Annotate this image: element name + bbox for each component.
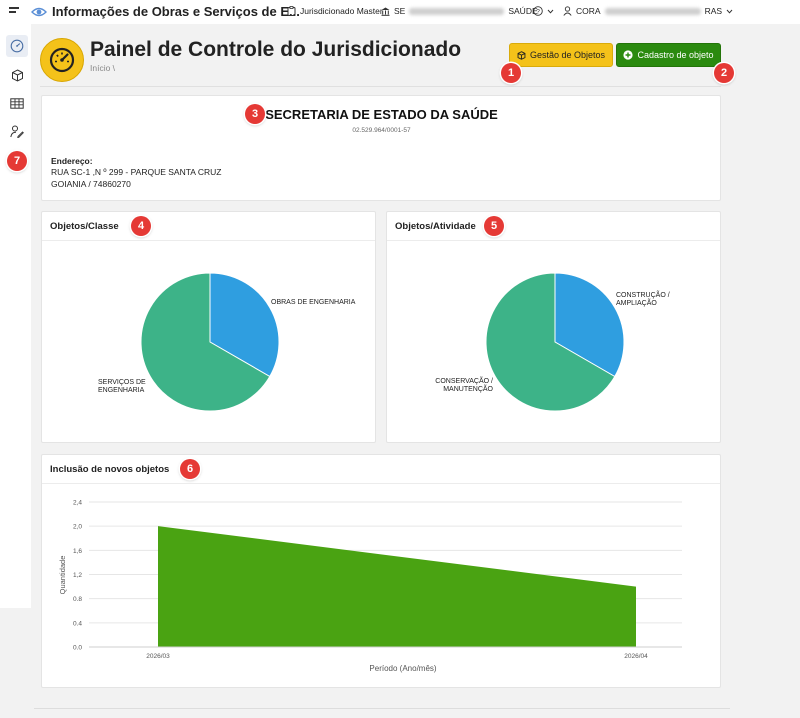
org-name: SECRETARIA DE ESTADO DA SAÚDE <box>265 107 498 122</box>
top-bar: Informações de Obras e Serviços de E... … <box>0 0 800 24</box>
pie-label: SERVIÇOS DE ENGENHARIA <box>98 379 146 394</box>
breadcrumb[interactable]: Início \ <box>90 63 115 73</box>
annotation-marker: 6 <box>180 459 200 479</box>
page-title: Painel de Controle do Jurisdicionado <box>90 38 462 61</box>
cadastro-objeto-button[interactable]: Cadastro de objeto <box>616 43 721 67</box>
menu-toggle-icon[interactable] <box>9 7 21 17</box>
y-axis-label: Quantidade <box>58 556 67 595</box>
y-tick-label: 0.8 <box>73 596 82 603</box>
sidebar-item-user-edit[interactable] <box>6 120 28 142</box>
user-suffix: RAS <box>704 6 723 16</box>
help-menu[interactable]: ? <box>533 6 554 16</box>
redacted-org <box>409 7 505 15</box>
user-edit-icon <box>10 125 24 138</box>
address-line-2: GOIANIA / 74860270 <box>51 179 131 189</box>
pie-label: CONSTRUÇÃO / AMPLIAÇÃO <box>616 292 670 307</box>
annotation-marker: 2 <box>714 63 734 83</box>
card-header: Objetos/Classe <box>42 212 375 241</box>
cube-icon <box>517 50 526 60</box>
org-cnpj: 02.529.964/0001-57 <box>352 127 411 134</box>
plus-circle-icon <box>623 50 634 60</box>
redacted-user <box>604 7 701 15</box>
pie-label: CONSERVAÇÃO / MANUTENÇÃO <box>435 378 493 393</box>
y-tick-label: 0.0 <box>73 645 82 652</box>
clipboard-icon <box>287 6 296 16</box>
card-title: Objetos/Atividade <box>395 221 476 232</box>
y-tick-label: 1,6 <box>73 548 82 555</box>
org-card: SECRETARIA DE ESTADO DA SAÚDE 02.529.964… <box>41 95 721 201</box>
card-header: Objetos/Atividade <box>387 212 720 241</box>
header-divider <box>40 86 721 87</box>
annotation-marker: 7 <box>7 151 27 171</box>
address-line-1: RUA SC-1 ,N º 299 - PARQUE SANTA CRUZ <box>51 167 222 177</box>
profile-selector[interactable]: Jurisdicionado Master <box>287 6 383 16</box>
y-tick-label: 2,4 <box>73 500 82 507</box>
org-prefix: SE <box>394 6 406 16</box>
x-axis-label: Período (Ano/mês) <box>369 664 436 673</box>
table-icon <box>10 97 24 109</box>
card-title: Objetos/Classe <box>50 221 119 232</box>
dashboard-logo <box>40 38 84 82</box>
app-logo-icon <box>31 7 47 17</box>
x-tick-label: 2026/04 <box>624 653 648 660</box>
annotation-marker: 5 <box>484 216 504 236</box>
bank-icon <box>381 7 390 16</box>
org-selector[interactable]: SE SAÚDE <box>381 6 538 16</box>
user-prefix: CORA <box>576 6 601 16</box>
card-title: Inclusão de novos objetos <box>50 464 170 475</box>
address-label: Endereço: <box>51 156 93 166</box>
annotation-marker: 1 <box>501 63 521 83</box>
svg-text:?: ? <box>536 8 540 15</box>
chevron-down-icon <box>726 9 733 14</box>
chevron-down-icon <box>547 9 554 14</box>
annotation-marker: 4 <box>131 216 151 236</box>
speedometer-icon <box>49 47 75 73</box>
inclusao-area-chart: 0.0 0.4 0.8 1,2 1,6 2,0 2,4 2026/03 2026/04 Perío… <box>58 500 682 673</box>
card-header: Inclusão de novos objetos <box>42 455 720 484</box>
sidebar-item-table[interactable] <box>6 92 28 114</box>
cube-icon <box>11 68 23 82</box>
cadastro-objeto-label: Cadastro de objeto <box>637 50 714 60</box>
sidebar <box>0 24 31 608</box>
gestao-objetos-button[interactable]: Gestão de Objetos <box>509 43 613 67</box>
x-tick-label: 2026/03 <box>146 653 170 660</box>
sidebar-item-dashboard[interactable] <box>6 35 28 57</box>
pie-label: OBRAS DE ENGENHARIA <box>271 299 356 306</box>
footer-divider <box>34 708 730 709</box>
objetos-atividade-pie <box>485 272 625 412</box>
y-tick-label: 2,0 <box>73 524 82 531</box>
y-tick-label: 1,2 <box>73 572 82 579</box>
user-icon <box>563 6 572 16</box>
gestao-objetos-label: Gestão de Objetos <box>529 50 606 60</box>
annotation-marker: 3 <box>245 104 265 124</box>
inclusao-card: Inclusão de novos objetos 0.0 0.4 0.8 1,2 1,… <box>41 454 721 688</box>
user-menu[interactable]: CORA RAS <box>563 6 733 16</box>
app-title: Informações de Obras e Serviços de E... <box>52 4 300 19</box>
area-series <box>158 526 636 647</box>
objetos-classe-card: Objetos/Classe OBRAS DE ENGENHARIA SERVI… <box>41 211 376 443</box>
sidebar-item-objects[interactable] <box>6 64 28 86</box>
objetos-atividade-card: Objetos/Atividade CONSTRUÇÃO / AMPLIAÇÃO… <box>386 211 721 443</box>
speedometer-icon <box>10 39 24 53</box>
help-icon: ? <box>533 6 543 16</box>
y-tick-label: 0.4 <box>73 620 82 627</box>
objetos-classe-pie <box>140 272 280 412</box>
profile-label: Jurisdicionado Master <box>300 6 383 16</box>
